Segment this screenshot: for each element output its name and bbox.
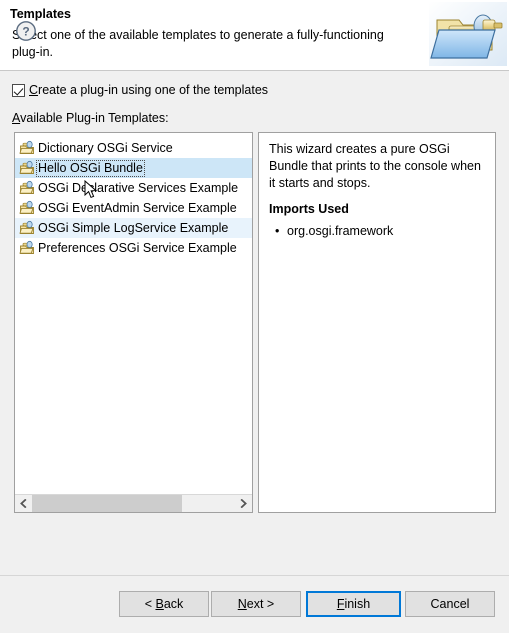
create-plugin-checkbox[interactable] <box>12 83 25 97</box>
svg-text:?: ? <box>22 24 29 38</box>
plugin-icon <box>19 200 35 216</box>
list-item[interactable]: Hello OSGi Bundle <box>15 158 252 178</box>
list-item[interactable]: Dictionary OSGi Service <box>15 138 252 158</box>
template-list[interactable]: Dictionary OSGi Service Hello OSGi Bundle… <box>14 132 253 513</box>
imports-used-heading: Imports Used <box>269 202 349 216</box>
help-question-icon[interactable]: ? <box>15 20 37 42</box>
cancel-button[interactable]: Cancel <box>405 591 495 617</box>
page-title: Templates <box>10 7 71 21</box>
checkbox-mnemonic: C <box>29 83 39 97</box>
list-item[interactable]: Preferences OSGi Service Example <box>15 238 252 258</box>
wizard-header: Templates Select one of the available te… <box>0 0 509 71</box>
import-item: org.osgi.framework <box>275 223 485 240</box>
template-list-rows: Dictionary OSGi Service Hello OSGi Bundle… <box>15 138 252 258</box>
plugin-icon <box>19 140 35 156</box>
finish-button[interactable]: Finish <box>306 591 401 617</box>
list-label-mnemonic: A <box>12 111 21 125</box>
horizontal-scrollbar[interactable] <box>15 494 252 512</box>
checkbox-label-rest: reate a plug-in using one of the templat… <box>38 83 269 97</box>
scrollbar-track[interactable] <box>32 495 235 512</box>
list-item-label: OSGi Declarative Services Example <box>38 180 239 195</box>
back-button[interactable]: < Back <box>119 591 209 617</box>
list-item-label: Preferences OSGi Service Example <box>38 240 237 255</box>
plugin-icon <box>19 240 35 256</box>
next-button[interactable]: Next > <box>211 591 301 617</box>
cancel-button-label: Cancel <box>430 597 470 611</box>
list-item-label: OSGi Simple LogService Example <box>38 220 229 235</box>
next-button-label: Next > <box>237 597 275 611</box>
scrollbar-thumb[interactable] <box>32 495 183 512</box>
templates-wizard-dialog: Templates Select one of the available te… <box>0 0 509 633</box>
create-plugin-checkbox-row[interactable]: Create a plug-in using one of the templa… <box>12 82 268 98</box>
plugin-folder-icon <box>429 2 507 66</box>
imports-used-list: org.osgi.framework <box>269 223 485 240</box>
back-button-label: < Back <box>144 597 184 611</box>
list-label-rest: vailable Plug-in Templates: <box>20 111 169 125</box>
available-templates-label: Available Plug-in Templates: <box>12 111 169 125</box>
plugin-icon <box>19 160 35 176</box>
template-description-text: This wizard creates a pure OSGi Bundle t… <box>269 142 481 190</box>
chevron-left-icon[interactable] <box>15 495 32 512</box>
list-item[interactable]: OSGi EventAdmin Service Example <box>15 198 252 218</box>
plugin-icon <box>19 180 35 196</box>
finish-button-label: Finish <box>336 597 371 611</box>
list-item-label: OSGi EventAdmin Service Example <box>38 200 237 215</box>
list-item-label: Hello OSGi Bundle <box>36 159 145 177</box>
list-item[interactable]: OSGi Declarative Services Example <box>15 178 252 198</box>
template-description-panel: This wizard creates a pure OSGi Bundle t… <box>258 132 496 513</box>
list-item-label: Dictionary OSGi Service <box>38 140 173 155</box>
page-description: Select one of the available templates to… <box>12 28 384 59</box>
plugin-icon <box>19 220 35 236</box>
list-item[interactable]: OSGi Simple LogService Example <box>15 218 252 238</box>
create-plugin-checkbox-label: Create a plug-in using one of the templa… <box>29 83 268 97</box>
chevron-right-icon[interactable] <box>235 495 252 512</box>
